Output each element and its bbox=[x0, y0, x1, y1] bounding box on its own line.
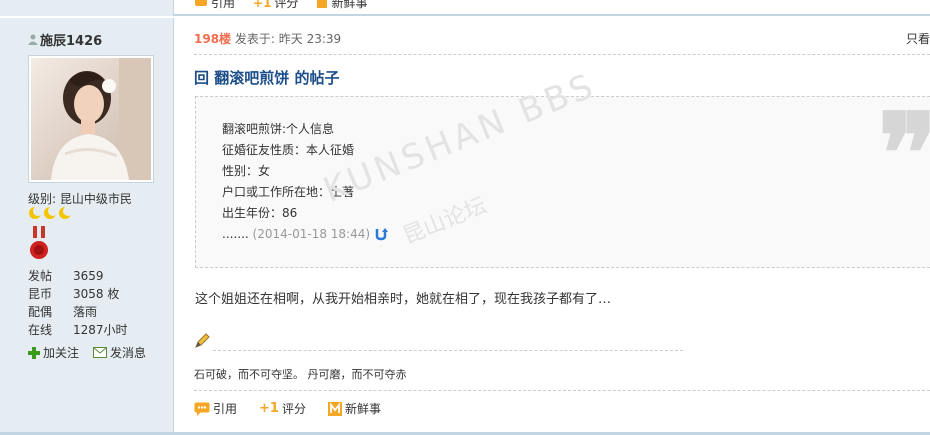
quote-line: 性别：女 bbox=[222, 164, 271, 178]
user-stats: 发帖 3659 昆币 3058 枚 配偶 落雨 在线 1287小时 bbox=[28, 267, 128, 339]
quote-mark-icon: ❞ bbox=[878, 89, 930, 218]
prev-rate-label: 评分 bbox=[274, 0, 299, 10]
stat-value: 1287小时 bbox=[73, 323, 128, 337]
user-actions: 加关注 发消息 bbox=[28, 344, 146, 361]
quote-bubble-icon bbox=[194, 402, 210, 416]
plus-one-icon: +1 bbox=[259, 401, 279, 416]
post-time: 发表于: 昨天 23:39 bbox=[234, 32, 342, 46]
follow-button[interactable]: 加关注 bbox=[28, 344, 79, 361]
prev-news-label: 新鲜事 bbox=[331, 0, 368, 10]
post-actions: 引用 +1 评分 新鲜事 bbox=[194, 400, 381, 417]
quote-time: (2014-01-18 18:44) bbox=[252, 227, 371, 241]
follow-label: 加关注 bbox=[43, 346, 80, 360]
stat-row: 昆币 3058 枚 bbox=[28, 285, 128, 303]
offline-user-icon bbox=[28, 34, 38, 45]
rate-label: 评分 bbox=[281, 402, 306, 416]
news-button[interactable]: 新鲜事 bbox=[327, 400, 381, 417]
post-title: 回 翻滚吧煎饼 的帖子 bbox=[194, 69, 340, 87]
news-icon bbox=[327, 401, 342, 416]
signature: 石可破，而不可夺坚。 丹可磨，而不可夺赤 bbox=[194, 368, 407, 381]
post-body: 这个姐姐还在相啊，从我开始相亲时，她就在相了，现在我孩子都有了… bbox=[195, 292, 612, 307]
quote-ellipsis: ....... bbox=[222, 227, 249, 241]
floor-number[interactable]: 198楼 bbox=[194, 32, 231, 46]
prev-rate-button[interactable]: +1 评分 bbox=[253, 0, 298, 11]
moon-icon bbox=[28, 206, 43, 223]
signature-divider bbox=[213, 350, 683, 351]
divider bbox=[194, 54, 930, 55]
pencil-icon bbox=[194, 333, 210, 352]
reply-button[interactable]: 引用 bbox=[194, 400, 237, 417]
envelope-icon bbox=[93, 347, 108, 358]
stat-row: 发帖 3659 bbox=[28, 267, 128, 285]
news-icon bbox=[316, 0, 328, 9]
previous-post-strip: 引用 +1 评分 新鲜事 bbox=[0, 0, 930, 16]
user-sidebar: 施辰1426 级别: 昆山中级市民 发帖 3659 昆币 3058 枚 配偶 落… bbox=[0, 18, 174, 433]
moon-icon bbox=[58, 206, 73, 223]
divider bbox=[194, 390, 930, 391]
stat-row: 在线 1287小时 bbox=[28, 321, 128, 339]
user-level: 级别: 昆山中级市民 bbox=[28, 192, 132, 206]
prev-news-button[interactable]: 新鲜事 bbox=[316, 0, 367, 11]
stat-key: 昆币 bbox=[28, 287, 53, 301]
previous-post-actions: 引用 +1 评分 新鲜事 bbox=[194, 0, 367, 11]
quote-line: 翻滚吧煎饼:个人信息 bbox=[222, 122, 335, 136]
prev-reply-label: 引用 bbox=[211, 0, 236, 10]
rate-button[interactable]: +1 评分 bbox=[259, 400, 306, 417]
reply-label: 引用 bbox=[213, 402, 238, 416]
quote-line: 户口或工作所在地：土著 bbox=[222, 185, 355, 199]
avatar[interactable] bbox=[28, 55, 154, 183]
message-label: 发消息 bbox=[110, 346, 147, 360]
stat-value: 3058 枚 bbox=[73, 287, 120, 301]
rate-icon: +1 bbox=[253, 0, 272, 10]
quote-line: 征婚征友性质：本人征婚 bbox=[222, 143, 355, 157]
stat-key: 在线 bbox=[28, 323, 53, 337]
plus-icon bbox=[28, 346, 40, 359]
moon-icon bbox=[43, 206, 58, 223]
medal-icon[interactable] bbox=[28, 226, 50, 265]
spouse-link[interactable]: 落雨 bbox=[73, 303, 97, 321]
post-content: 198楼 发表于: 昨天 23:39 只看 回 翻滚吧煎饼 的帖子 ❞ 翻滚吧煎… bbox=[175, 18, 930, 433]
stat-row: 配偶 落雨 bbox=[28, 303, 128, 321]
only-author-link[interactable]: 只看 bbox=[906, 30, 930, 47]
stat-key: 配偶 bbox=[28, 305, 53, 319]
stat-key: 发帖 bbox=[28, 269, 53, 283]
quote-line: 出生年份：86 bbox=[222, 206, 298, 220]
username-text: 施辰1426 bbox=[40, 34, 103, 49]
news-label: 新鲜事 bbox=[344, 402, 381, 416]
username[interactable]: 施辰1426 bbox=[28, 30, 102, 49]
reply-icon bbox=[194, 0, 208, 9]
stat-value: 3659 bbox=[73, 269, 104, 283]
level-moons bbox=[28, 206, 73, 223]
quote-text: 翻滚吧煎饼:个人信息 征婚征友性质：本人征婚 性别：女 户口或工作所在地：土著 … bbox=[222, 119, 388, 245]
jump-to-post-icon[interactable] bbox=[374, 227, 388, 241]
quote-meta: ....... (2014-01-18 18:44) bbox=[222, 224, 388, 245]
prev-reply-button[interactable]: 引用 bbox=[194, 0, 235, 11]
post-header: 198楼 发表于: 昨天 23:39 bbox=[194, 30, 341, 47]
message-button[interactable]: 发消息 bbox=[93, 344, 146, 361]
previous-post-sidebar bbox=[0, 0, 174, 16]
quote-block: ❞ 翻滚吧煎饼:个人信息 征婚征友性质：本人征婚 性别：女 户口或工作所在地：土… bbox=[195, 96, 930, 268]
